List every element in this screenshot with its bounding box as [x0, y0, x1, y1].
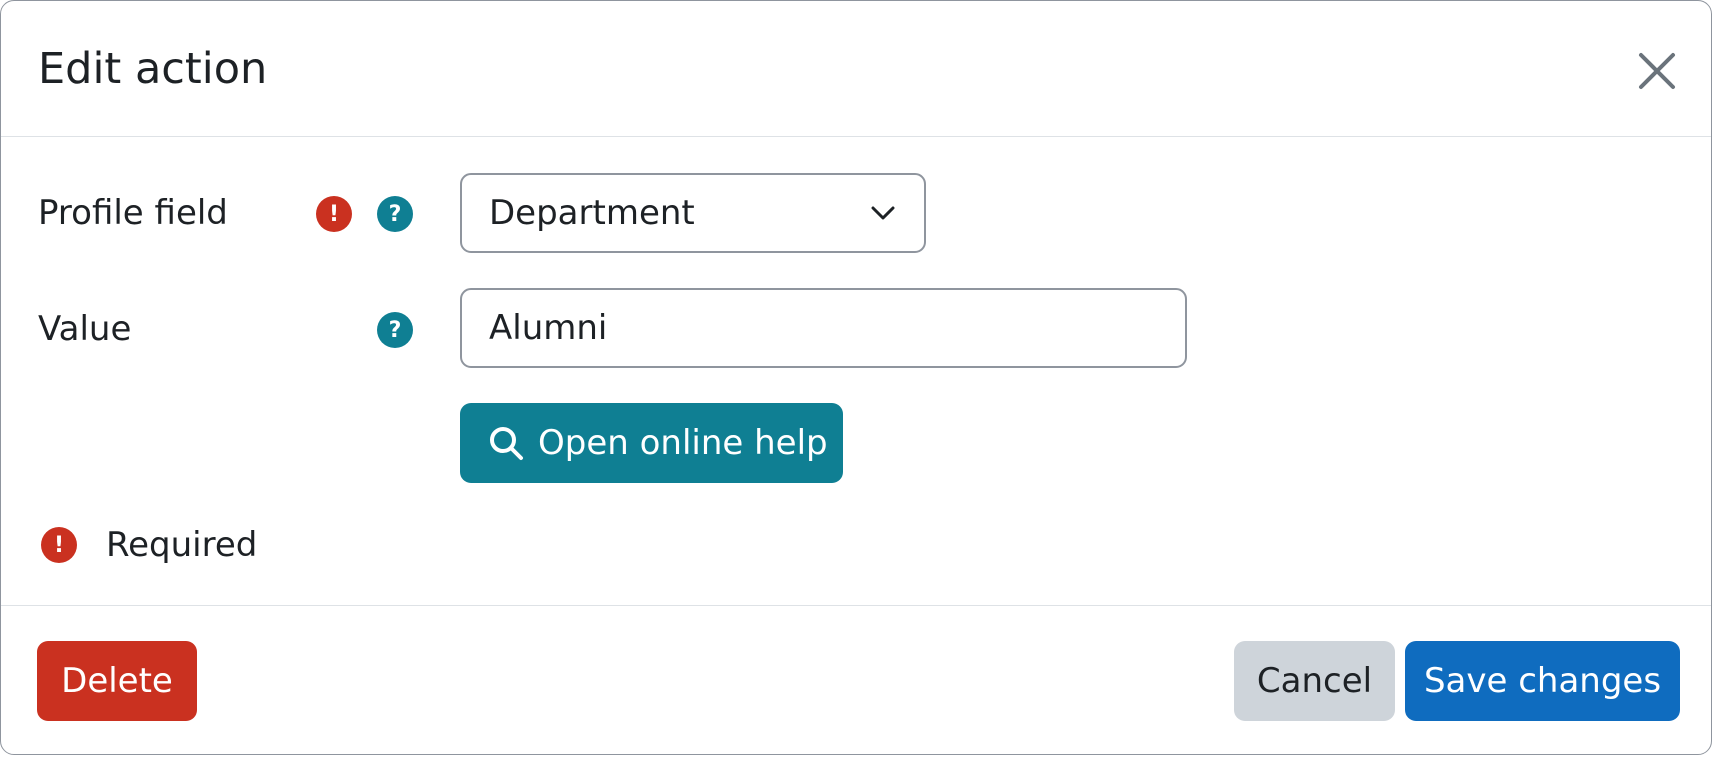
close-button[interactable]: [1633, 47, 1681, 95]
close-icon: [1639, 53, 1675, 89]
required-legend-text: Required: [106, 525, 258, 565]
delete-button[interactable]: Delete: [37, 641, 197, 721]
value-input[interactable]: [460, 288, 1187, 368]
modal-footer: Delete Cancel Save changes: [1, 605, 1711, 754]
question-icon[interactable]: ?: [377, 196, 413, 232]
profile-field-label: Profile field: [38, 193, 228, 233]
exclamation-icon: !: [316, 196, 352, 232]
modal-header: Edit action: [1, 1, 1711, 137]
edit-action-modal: Edit action Profile field ! ? Department…: [0, 0, 1712, 755]
profile-field-selected-value: Department: [489, 193, 695, 233]
question-icon[interactable]: ?: [377, 312, 413, 348]
modal-title: Edit action: [38, 44, 268, 94]
chevron-down-icon: [871, 206, 895, 220]
save-changes-button[interactable]: Save changes: [1405, 641, 1680, 721]
open-online-help-button[interactable]: Open online help: [460, 403, 843, 483]
value-label: Value: [38, 309, 132, 349]
cancel-button[interactable]: Cancel: [1234, 641, 1395, 721]
exclamation-icon: !: [41, 527, 77, 563]
open-online-help-label: Open online help: [538, 423, 828, 463]
search-icon: [490, 427, 523, 460]
profile-field-select[interactable]: Department: [460, 173, 926, 253]
modal-body: Profile field ! ? Department Value ? Ope…: [1, 137, 1711, 605]
